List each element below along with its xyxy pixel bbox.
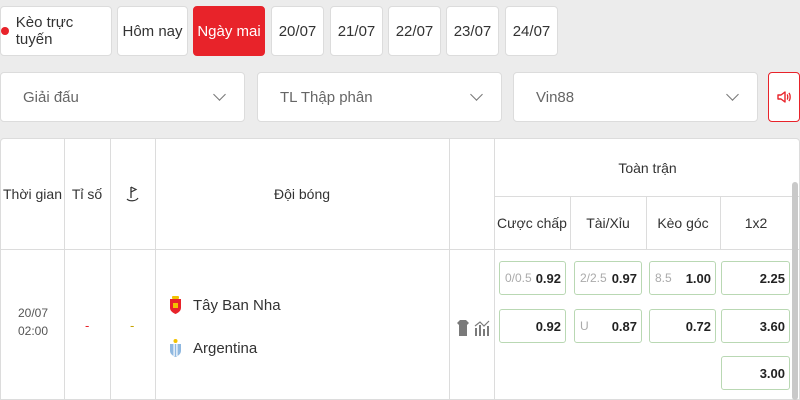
tab-tomorrow-label: Ngày mai <box>197 22 261 40</box>
odds-price: 2.25 <box>759 270 785 286</box>
tab-date-label: 23/07 <box>453 22 492 40</box>
header-time: Thời gian <box>3 186 62 202</box>
odds-handicap-away[interactable]: 0.92 <box>499 309 566 343</box>
odds-price: 0.97 <box>611 270 637 286</box>
odds-under[interactable]: U 0.87 <box>574 309 642 343</box>
shirt-icon[interactable] <box>456 319 470 337</box>
odds-corners-over[interactable]: 8.5 1.00 <box>649 261 716 295</box>
league-select-value: Giải đấu <box>23 88 79 106</box>
date-tabs: Kèo trực tuyến Hôm nay Ngày mai 20/07 21… <box>0 6 800 56</box>
live-dot-icon <box>1 27 9 35</box>
away-team: Argentina <box>169 338 257 358</box>
odds-price: 0.72 <box>685 318 711 334</box>
tab-date-4[interactable]: 23/07 <box>446 6 499 56</box>
tab-today[interactable]: Hôm nay <box>117 6 188 56</box>
header-teams: Đội bóng <box>273 186 331 202</box>
bookmaker-select-value: Vin88 <box>536 88 575 106</box>
match-score: - <box>85 318 90 333</box>
odds-line: 2/2.5 <box>580 271 607 285</box>
odds-table: Thời gian Tỉ số Đội bóng Toàn trận Cược … <box>0 138 800 400</box>
odds-price: 0.92 <box>535 270 561 286</box>
tab-date-2[interactable]: 21/07 <box>330 6 383 56</box>
odds-1x2-home[interactable]: 2.25 <box>721 261 790 295</box>
chevron-down-icon <box>213 88 226 101</box>
tab-live-label: Kèo trực tuyến <box>15 14 74 48</box>
header-corners: Kèo góc <box>657 214 709 231</box>
league-select[interactable]: Giải đấu <box>0 72 245 122</box>
away-team-name: Argentina <box>193 339 258 357</box>
header-1x2: 1x2 <box>744 214 768 231</box>
match-actions <box>456 318 490 338</box>
spain-crest-icon <box>170 296 181 314</box>
tab-tomorrow[interactable]: Ngày mai <box>193 6 265 56</box>
tab-date-5[interactable]: 24/07 <box>505 6 558 56</box>
odds-line: 8.5 <box>655 271 672 285</box>
odds-1x2-draw[interactable]: 3.60 <box>721 309 790 343</box>
table-scrollbar[interactable] <box>792 182 798 400</box>
header-corner <box>110 139 155 249</box>
tab-date-1[interactable]: 20/07 <box>271 6 324 56</box>
bookmaker-select[interactable]: Vin88 <box>513 72 758 122</box>
speaker-icon <box>777 91 791 103</box>
home-team-name: Tây Ban Nha <box>193 296 281 314</box>
stats-chart-icon[interactable] <box>474 319 490 337</box>
match-kickoff: 02:00 <box>17 324 49 338</box>
chevron-down-icon <box>726 88 739 101</box>
match-time: 20/07 02:00 <box>1 304 65 340</box>
odds-corners-under[interactable]: 0.72 <box>649 309 716 343</box>
odds-format-select-value: TL Thập phân <box>280 88 373 106</box>
home-team: Tây Ban Nha <box>169 295 281 315</box>
tab-date-label: 22/07 <box>395 22 434 40</box>
odds-1x2-away[interactable]: 3.00 <box>721 356 790 390</box>
tab-today-label: Hôm nay <box>122 22 183 40</box>
odds-price: 0.92 <box>535 318 561 334</box>
odds-price: 3.00 <box>759 365 785 381</box>
sound-toggle-button[interactable] <box>768 72 800 122</box>
odds-line: 0/0.5 <box>505 271 532 285</box>
odds-price: 3.60 <box>759 318 785 334</box>
tab-date-label: 24/07 <box>512 22 551 40</box>
odds-price: 0.87 <box>611 318 637 334</box>
header-over-under: Tài/Xỉu <box>586 214 630 231</box>
tab-date-3[interactable]: 22/07 <box>388 6 441 56</box>
odds-price: 1.00 <box>685 270 711 286</box>
header-score: Tỉ số <box>71 186 103 202</box>
tab-date-label: 21/07 <box>337 22 376 40</box>
odds-over[interactable]: 2/2.5 0.97 <box>574 261 642 295</box>
header-full-match: Toàn trận <box>618 159 677 176</box>
odds-handicap-home[interactable]: 0/0.5 0.92 <box>499 261 566 295</box>
tab-date-label: 20/07 <box>278 22 317 40</box>
chevron-down-icon <box>470 88 483 101</box>
tab-live[interactable]: Kèo trực tuyến <box>0 6 112 56</box>
odds-format-select[interactable]: TL Thập phân <box>257 72 502 122</box>
corner-flag-icon <box>126 186 139 202</box>
odds-line: U <box>580 319 589 333</box>
match-date: 20/07 <box>17 306 49 320</box>
header-handicap: Cược chấp <box>497 214 567 231</box>
argentina-crest-icon <box>170 339 181 357</box>
match-corner-count: - <box>130 318 135 333</box>
